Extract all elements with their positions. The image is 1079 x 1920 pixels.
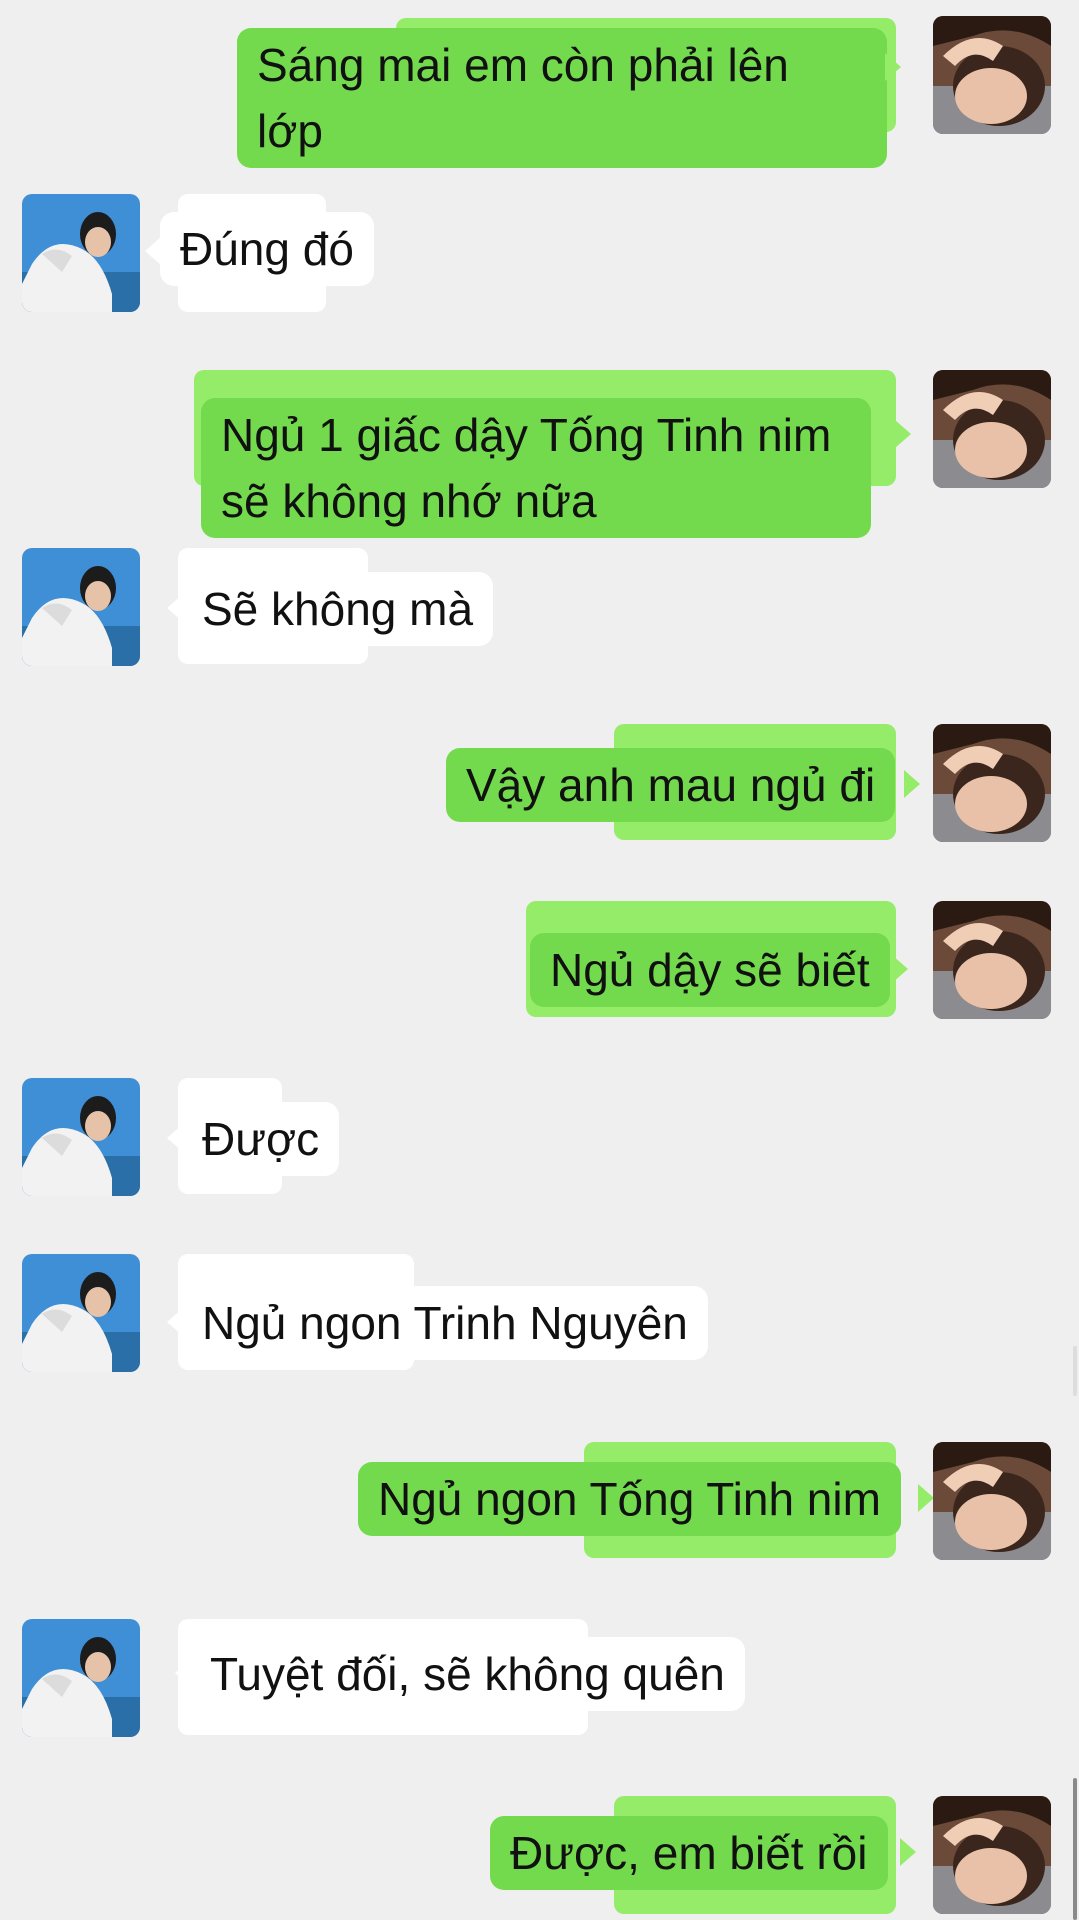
message-bubble-other[interactable]: Được xyxy=(182,1102,340,1176)
message-row-self: Sáng mai em còn phải lên lớp xyxy=(0,16,1079,168)
avatar-self-photo-icon xyxy=(933,1796,1051,1914)
avatar-self-photo-icon xyxy=(933,901,1051,1019)
avatar-other-photo-icon xyxy=(22,1078,140,1196)
avatar-other[interactable] xyxy=(22,1078,140,1196)
message-bubble-self[interactable]: Sáng mai em còn phải lên lớp xyxy=(237,28,887,168)
message-row-other: Ngủ ngon Trinh Nguyên xyxy=(0,1254,1079,1374)
message-row-self: Ngủ dậy sẽ biết xyxy=(0,901,1079,1021)
avatar-self[interactable] xyxy=(933,1796,1051,1914)
message-row-self: Được, em biết rồi xyxy=(0,1796,1079,1916)
avatar-other[interactable] xyxy=(22,1619,140,1737)
avatar-self[interactable] xyxy=(933,16,1051,134)
avatar-self-photo-icon xyxy=(933,724,1051,842)
message-bubble-self[interactable]: Được, em biết rồi xyxy=(490,1816,888,1890)
avatar-other-photo-icon xyxy=(22,194,140,312)
avatar-other[interactable] xyxy=(22,1254,140,1372)
avatar-self-photo-icon xyxy=(933,1442,1051,1560)
message-bubble-other[interactable]: Đúng đó xyxy=(160,212,374,286)
avatar-other[interactable] xyxy=(22,548,140,666)
message-row-self: Vậy anh mau ngủ đi xyxy=(0,724,1079,844)
avatar-other-photo-icon xyxy=(22,1619,140,1737)
scrollbar-thumb[interactable] xyxy=(1073,1778,1077,1920)
avatar-other-photo-icon xyxy=(22,1254,140,1372)
message-bubble-other[interactable]: Ngủ ngon Trinh Nguyên xyxy=(182,1286,708,1360)
scrollbar-track-top[interactable] xyxy=(1073,1346,1077,1396)
avatar-other[interactable] xyxy=(22,194,140,312)
avatar-self[interactable] xyxy=(933,724,1051,842)
message-row-self: Ngủ ngon Tống Tinh nim xyxy=(0,1442,1079,1562)
message-bubble-other[interactable]: Sẽ không mà xyxy=(182,572,494,646)
message-bubble-self[interactable]: Vậy anh mau ngủ đi xyxy=(446,748,896,822)
message-row-self: Ngủ 1 giấc dậy Tống Tinh nim sẽ không nh… xyxy=(0,370,1079,538)
message-row-other: Sẽ không mà xyxy=(0,548,1079,668)
message-row-other: Tuyệt đối, sẽ không quên xyxy=(0,1619,1079,1739)
avatar-self[interactable] xyxy=(933,1442,1051,1560)
message-bubble-self[interactable]: Ngủ ngon Tống Tinh nim xyxy=(358,1462,901,1536)
message-bubble-other[interactable]: Tuyệt đối, sẽ không quên xyxy=(190,1637,745,1711)
avatar-self-photo-icon xyxy=(933,16,1051,134)
message-row-other: Được xyxy=(0,1078,1079,1198)
chat-conversation: Sáng mai em còn phải lên lớp Đúng đó Ngủ… xyxy=(0,0,1079,1920)
avatar-self[interactable] xyxy=(933,370,1051,488)
avatar-other-photo-icon xyxy=(22,548,140,666)
avatar-self-photo-icon xyxy=(933,370,1051,488)
avatar-self[interactable] xyxy=(933,901,1051,1019)
message-bubble-self[interactable]: Ngủ 1 giấc dậy Tống Tinh nim sẽ không nh… xyxy=(201,398,871,538)
message-bubble-self[interactable]: Ngủ dậy sẽ biết xyxy=(530,933,890,1007)
message-row-other: Đúng đó xyxy=(0,194,1079,314)
